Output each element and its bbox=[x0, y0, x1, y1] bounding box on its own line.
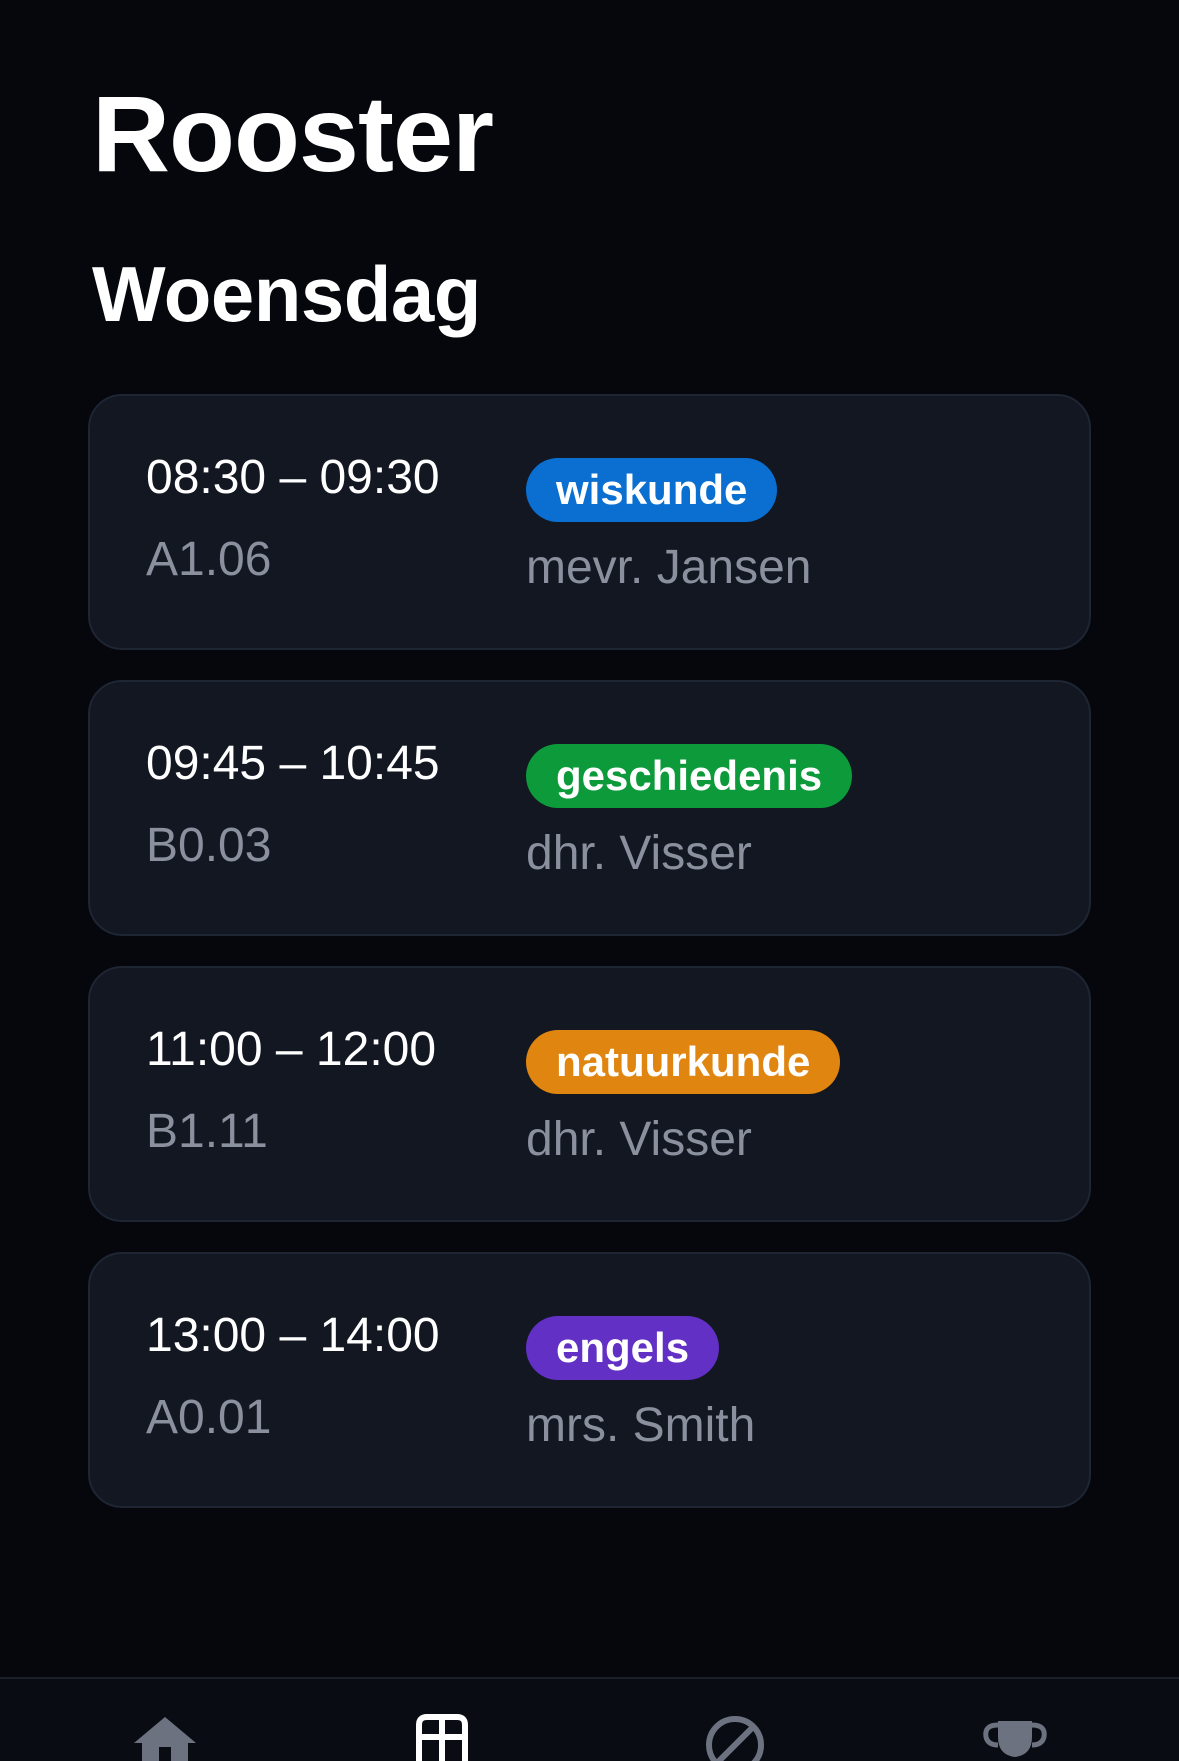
lesson-time: 09:45 – 10:45 bbox=[146, 737, 440, 790]
lesson-card[interactable]: 13:00 – 14:00 A0.01 engels mrs. Smith bbox=[88, 1252, 1091, 1508]
lesson-room: B0.03 bbox=[146, 819, 272, 872]
tab-achievements[interactable] bbox=[980, 1713, 1050, 1761]
lesson-card[interactable]: 11:00 – 12:00 B1.11 natuurkunde dhr. Vis… bbox=[88, 966, 1091, 1222]
lesson-card[interactable]: 09:45 – 10:45 B0.03 geschiedenis dhr. Vi… bbox=[88, 680, 1091, 936]
lesson-teacher: mevr. Jansen bbox=[526, 541, 812, 594]
lesson-time: 08:30 – 09:30 bbox=[146, 451, 440, 504]
lesson-teacher: dhr. Visser bbox=[526, 827, 752, 880]
subject-badge: geschiedenis bbox=[526, 744, 853, 808]
tab-schedule[interactable] bbox=[407, 1713, 477, 1761]
subject-badge: engels bbox=[526, 1316, 720, 1380]
lesson-time: 11:00 – 12:00 bbox=[146, 1023, 437, 1076]
page-title: Rooster bbox=[92, 73, 494, 194]
lesson-list: 08:30 – 09:30 A1.06 wiskunde mevr. Janse… bbox=[88, 394, 1091, 1538]
schedule-screen: Rooster Woensdag 08:30 – 09:30 A1.06 wis… bbox=[0, 0, 1179, 1761]
lesson-room: A1.06 bbox=[146, 533, 272, 586]
lesson-card[interactable]: 08:30 – 09:30 A1.06 wiskunde mevr. Janse… bbox=[88, 394, 1091, 650]
home-icon bbox=[130, 1713, 200, 1761]
blocked-icon bbox=[700, 1713, 770, 1761]
lesson-room: B1.11 bbox=[146, 1105, 268, 1158]
lesson-teacher: dhr. Visser bbox=[526, 1113, 752, 1166]
trophy-icon bbox=[980, 1713, 1050, 1761]
tab-blocked[interactable] bbox=[700, 1713, 770, 1761]
lesson-room: A0.01 bbox=[146, 1391, 272, 1444]
lesson-teacher: mrs. Smith bbox=[526, 1399, 756, 1452]
bottom-tab-bar bbox=[0, 1677, 1179, 1761]
subject-badge: wiskunde bbox=[526, 458, 778, 522]
lesson-time: 13:00 – 14:00 bbox=[146, 1309, 440, 1362]
schedule-icon bbox=[407, 1713, 477, 1761]
tab-home[interactable] bbox=[130, 1713, 200, 1761]
subject-badge: natuurkunde bbox=[526, 1030, 841, 1094]
day-title: Woensdag bbox=[92, 250, 481, 338]
